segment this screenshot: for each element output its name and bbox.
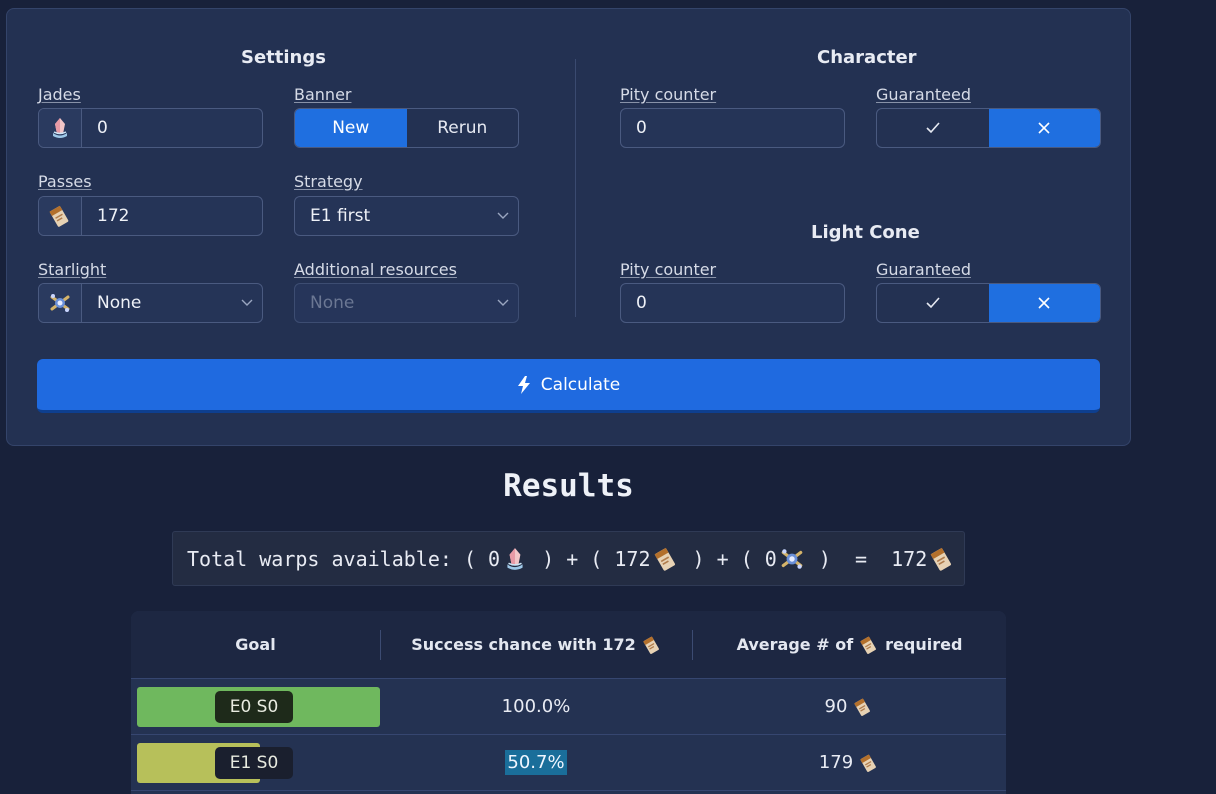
- goal-cell: E1 S0: [131, 735, 380, 790]
- chevron-down-icon: [488, 299, 518, 307]
- star-rail-pass-icon: [653, 546, 679, 572]
- starlight-icon: [779, 546, 805, 572]
- light-cone-guaranteed-no-button[interactable]: [988, 284, 1100, 322]
- close-icon: [1038, 122, 1050, 134]
- light-cone-pity-input[interactable]: 0: [620, 283, 845, 323]
- character-guaranteed-toggle: [876, 108, 1101, 148]
- lightning-bolt-icon: [517, 375, 530, 394]
- total-warps-value: 172: [891, 546, 928, 571]
- goal-header[interactable]: Goal: [131, 630, 380, 660]
- average-required-value: 179: [818, 752, 854, 773]
- banner-rerun-button[interactable]: Rerun: [407, 109, 519, 147]
- success-chance-value: 100.0%: [501, 696, 571, 717]
- total-passes-value: 172: [614, 546, 651, 571]
- table-row: E0 S0 100.0% 90: [131, 679, 1006, 735]
- total-jades-value: 0: [488, 546, 501, 571]
- strategy-value: E1 first: [310, 206, 371, 226]
- passes-label: Passes: [38, 172, 92, 191]
- calculate-button[interactable]: Calculate: [37, 359, 1100, 413]
- results-title: Results: [503, 468, 634, 504]
- light-cone-pity-label: Pity counter: [620, 260, 717, 279]
- character-guaranteed-label: Guaranteed: [876, 85, 971, 104]
- goal-tag: E1 S0: [215, 747, 293, 779]
- success-chance-value: 50.7%: [505, 750, 567, 775]
- success-chance-header-label: Success chance with 172: [411, 635, 636, 654]
- average-required-cell: 179: [692, 752, 1006, 773]
- jades-input[interactable]: 0: [38, 108, 263, 148]
- check-icon: [926, 122, 940, 134]
- passes-input[interactable]: 172: [38, 196, 263, 236]
- settings-title: Settings: [241, 47, 326, 68]
- character-pity-label: Pity counter: [620, 85, 717, 104]
- jade-crystal-icon: [502, 546, 528, 572]
- total-warps-label: Total warps available:: [187, 546, 452, 571]
- light-cone-guaranteed-yes-button[interactable]: [877, 284, 989, 322]
- strategy-label: Strategy: [294, 172, 363, 191]
- table-row: E1 S0 50.7% 179: [131, 735, 1006, 791]
- starlight-icon: [39, 284, 82, 322]
- close-icon: [1038, 297, 1050, 309]
- calculate-label: Calculate: [540, 374, 621, 395]
- character-guaranteed-yes-button[interactable]: [877, 109, 989, 147]
- jade-crystal-icon: [39, 109, 82, 147]
- character-title: Character: [817, 47, 917, 68]
- starlight-select[interactable]: None: [38, 283, 263, 323]
- chevron-down-icon: [232, 299, 262, 307]
- goal-cell: E0 S0: [131, 679, 380, 734]
- star-rail-pass-icon: [39, 197, 82, 235]
- character-guaranteed-no-button[interactable]: [988, 109, 1100, 147]
- star-rail-pass-icon: [853, 697, 873, 717]
- jades-label: Jades: [38, 85, 81, 104]
- strategy-select[interactable]: E1 first: [294, 196, 519, 236]
- average-required-cell: 90: [692, 696, 1006, 717]
- average-required-value: 90: [824, 696, 848, 717]
- additional-resources-select: None: [294, 283, 519, 323]
- star-rail-pass-icon: [642, 635, 662, 655]
- success-chance-header[interactable]: Success chance with 172: [380, 629, 692, 660]
- results-table-header: Goal Success chance with 172 Average # o…: [131, 611, 1006, 679]
- average-required-header[interactable]: Average # of required: [692, 629, 1006, 660]
- character-pity-value: 0: [636, 118, 647, 138]
- light-cone-pity-value: 0: [636, 293, 647, 313]
- star-rail-pass-icon: [859, 753, 879, 773]
- jades-value: 0: [97, 118, 108, 138]
- banner-toggle: New Rerun: [294, 108, 519, 148]
- starlight-value: None: [97, 293, 142, 313]
- total-starlight-value: 0: [764, 546, 777, 571]
- average-header-pre: Average # of: [736, 635, 854, 654]
- light-cone-guaranteed-toggle: [876, 283, 1101, 323]
- banner-new-button[interactable]: New: [295, 109, 407, 147]
- banner-label: Banner: [294, 85, 352, 104]
- light-cone-title: Light Cone: [811, 222, 920, 243]
- starlight-label: Starlight: [38, 260, 107, 279]
- goal-tag: E0 S0: [215, 691, 293, 723]
- column-divider: [575, 59, 576, 317]
- star-rail-pass-icon: [929, 546, 955, 572]
- passes-value: 172: [97, 206, 130, 226]
- additional-resources-label: Additional resources: [294, 260, 457, 279]
- character-pity-input[interactable]: 0: [620, 108, 845, 148]
- results-table: Goal Success chance with 172 Average # o…: [131, 611, 1006, 794]
- total-warps-summary: Total warps available: ( 0 ) + ( 172 ) +…: [172, 531, 965, 586]
- success-chance-cell: 100.0%: [380, 696, 692, 717]
- additional-resources-value: None: [310, 293, 355, 313]
- average-header-post: required: [885, 635, 963, 654]
- chevron-down-icon: [488, 212, 518, 220]
- check-icon: [926, 297, 940, 309]
- success-chance-cell: 50.7%: [380, 750, 692, 775]
- light-cone-guaranteed-label: Guaranteed: [876, 260, 971, 279]
- star-rail-pass-icon: [859, 635, 879, 655]
